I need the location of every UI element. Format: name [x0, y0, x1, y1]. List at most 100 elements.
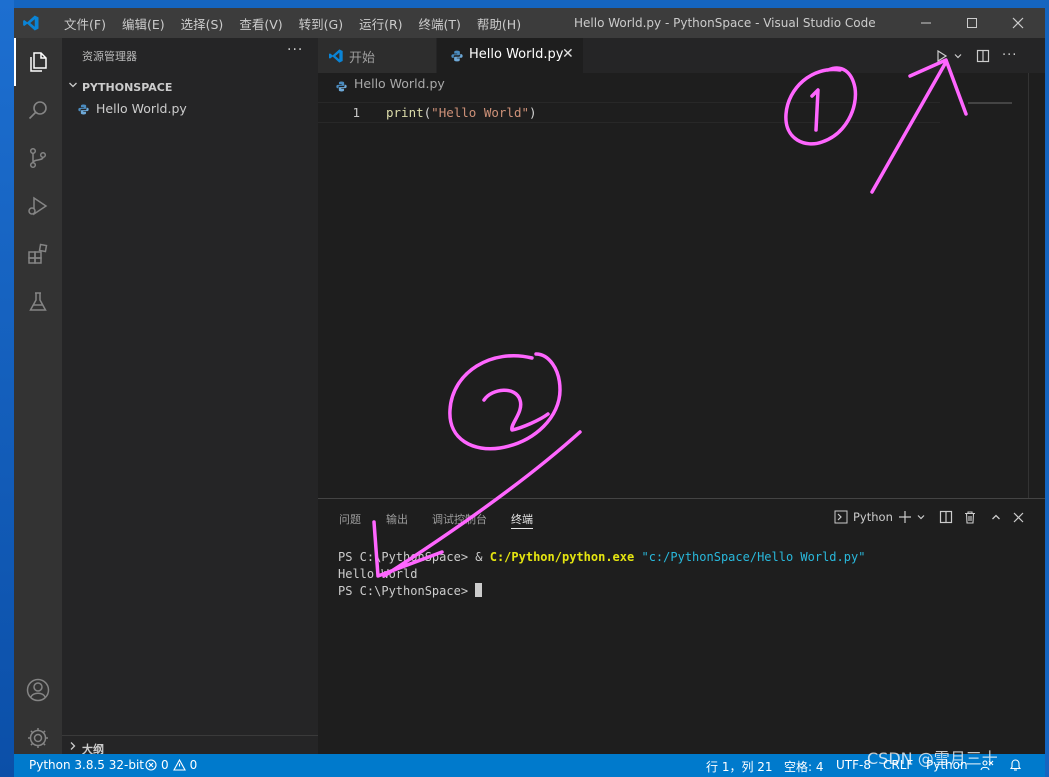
account-icon: [26, 678, 50, 702]
editor-scrollbar[interactable]: [1028, 73, 1029, 498]
python-file-icon: [336, 81, 347, 92]
chevron-down-icon: [69, 82, 77, 88]
title-bar: 文件(F) 编辑(E) 选择(S) 查看(V) 转到(G) 运行(R) 终端(T…: [14, 8, 1045, 38]
minimize-button[interactable]: [903, 8, 949, 38]
breadcrumb-file: Hello World.py: [354, 76, 445, 91]
terminal-selector[interactable]: Python: [834, 507, 893, 527]
panel-tab-debug-console[interactable]: 调试控制台: [432, 511, 487, 527]
close-icon: [1012, 17, 1024, 29]
python-interpreter[interactable]: Python 3.8.5 32-bit: [29, 758, 144, 772]
menu-selection[interactable]: 选择(S): [173, 14, 232, 33]
terminal-prompt-2: PS C:\PythonSpace>: [338, 584, 476, 598]
tab-label: 开始: [349, 51, 376, 66]
panel-tab-terminal[interactable]: 终端: [511, 511, 533, 529]
activity-bar: [14, 38, 62, 754]
indentation[interactable]: 空格: 4: [784, 758, 824, 775]
trash-icon: [965, 511, 975, 524]
plus-icon: [899, 511, 911, 523]
folder-row[interactable]: PYTHONSPACE: [62, 76, 318, 98]
error-icon: [145, 759, 157, 771]
terminal-ampersand: &: [475, 550, 490, 564]
cursor-position[interactable]: 行 1，列 21: [706, 758, 773, 775]
terminal-output[interactable]: PS C:\PythonSpace> & C:/Python/python.ex…: [338, 549, 865, 600]
play-icon: [937, 49, 948, 62]
terminal-prompt: PS C:\PythonSpace>: [338, 550, 476, 564]
chevron-up-icon: [992, 514, 1000, 520]
activity-explorer[interactable]: [14, 38, 62, 86]
close-icon: [1013, 512, 1024, 522]
line-number: 1: [352, 105, 360, 120]
code-editor[interactable]: Hello World.py 1 print("Hello World"): [318, 73, 1045, 498]
tab-hello-world[interactable]: Hello World.py ✕: [437, 38, 583, 73]
run-debug-icon: [28, 196, 48, 216]
notifications-button[interactable]: [1009, 758, 1022, 775]
more-actions-button[interactable]: ···: [1002, 48, 1017, 63]
menu-go[interactable]: 转到(G): [291, 14, 351, 33]
python-file-icon: [451, 50, 463, 62]
tab-close-button[interactable]: ✕: [562, 46, 574, 62]
editor-tab-bar: 开始 Hello World.py ✕ ···: [318, 38, 1045, 73]
extensions-icon: [28, 243, 48, 264]
split-editor-button[interactable]: [976, 49, 990, 63]
sidebar-more-button[interactable]: ···: [287, 42, 303, 58]
close-window-button[interactable]: [995, 8, 1041, 38]
close-panel-button[interactable]: [1013, 507, 1024, 527]
maximize-button[interactable]: [949, 8, 995, 38]
vscode-logo-icon: [329, 49, 343, 63]
file-row-hello-world[interactable]: Hello World.py: [62, 98, 318, 120]
menu-view[interactable]: 查看(V): [231, 14, 290, 33]
tab-welcome[interactable]: 开始: [318, 38, 436, 73]
maximize-icon: [967, 18, 977, 28]
split-terminal-button[interactable]: [939, 507, 953, 527]
menu-run[interactable]: 运行(R): [351, 14, 410, 33]
chevron-down-icon: [954, 53, 962, 58]
new-terminal-button[interactable]: [898, 507, 927, 527]
terminal-program-output: Hello World: [338, 567, 418, 581]
kill-terminal-button[interactable]: [963, 507, 977, 527]
chevron-down-icon: [917, 515, 925, 520]
code-function: print: [386, 105, 424, 120]
problems-indicator[interactable]: 0 0: [145, 758, 197, 772]
source-control-icon: [29, 147, 47, 169]
flask-icon: [29, 292, 47, 311]
gear-icon: [28, 728, 48, 748]
activity-source-control[interactable]: [14, 134, 62, 182]
terminal-arg: "c:/PythonSpace/Hello World.py": [641, 550, 866, 564]
sidebar-title: 资源管理器: [82, 50, 137, 63]
split-terminal-icon: [939, 510, 953, 524]
activity-search[interactable]: [14, 86, 62, 134]
panel-tab-problems[interactable]: 问题: [339, 511, 361, 527]
encoding[interactable]: UTF-8: [836, 758, 871, 772]
editor-actions: ···: [936, 38, 1017, 73]
menu-edit[interactable]: 编辑(E): [114, 14, 173, 33]
window-title: Hello World.py - PythonSpace - Visual St…: [574, 16, 876, 30]
csdn-watermark: CSDN @雪月三十: [867, 749, 998, 768]
run-python-file-button[interactable]: [936, 49, 970, 62]
warning-icon: [172, 759, 186, 771]
activity-extensions[interactable]: [14, 230, 62, 278]
terminal-name: Python: [853, 510, 893, 524]
vscode-logo-icon: [23, 15, 39, 31]
activity-run-debug[interactable]: [14, 182, 62, 230]
activity-testing[interactable]: [14, 278, 62, 326]
terminal-cursor: [475, 583, 483, 597]
code-text: print("Hello World"): [386, 105, 537, 120]
menu-help[interactable]: 帮助(H): [469, 14, 529, 33]
menu-terminal[interactable]: 终端(T): [411, 14, 469, 33]
terminal-icon: [834, 510, 848, 524]
search-icon: [28, 101, 47, 120]
warning-count: 0: [189, 758, 198, 772]
maximize-panel-button[interactable]: [990, 507, 1002, 527]
panel-tab-output[interactable]: 输出: [386, 511, 408, 527]
menu-file[interactable]: 文件(F): [56, 14, 114, 33]
code-line[interactable]: 1 print("Hello World"): [318, 102, 940, 123]
split-editor-icon: [976, 49, 990, 62]
activity-accounts[interactable]: [14, 666, 62, 714]
minimize-icon: [921, 22, 931, 24]
tab-label: Hello World.py: [469, 47, 564, 62]
minimap[interactable]: [968, 102, 1012, 104]
bottom-panel: 问题 输出 调试控制台 终端 Python PS C:\PythonSpace>…: [318, 498, 1045, 755]
files-icon: [30, 52, 47, 72]
menu-bar: 文件(F) 编辑(E) 选择(S) 查看(V) 转到(G) 运行(R) 终端(T…: [56, 8, 529, 38]
vscode-window: 文件(F) 编辑(E) 选择(S) 查看(V) 转到(G) 运行(R) 终端(T…: [14, 8, 1045, 777]
